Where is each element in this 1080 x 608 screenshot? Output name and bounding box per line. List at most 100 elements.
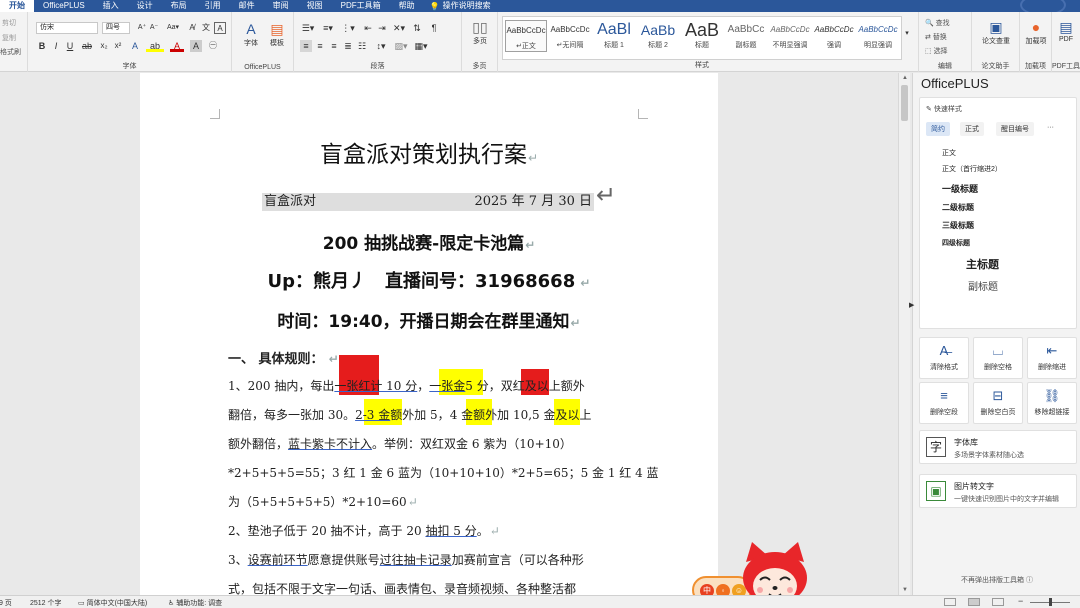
chinese-layout-icon[interactable]: ✕▾ [392, 22, 406, 34]
style-subtitle[interactable]: AaBbCc 副标题 [725, 20, 767, 50]
zoom-slider-knob[interactable] [1049, 598, 1052, 606]
tab-view[interactable]: 视图 [298, 0, 332, 12]
line-spacing-icon[interactable]: ↕▾ [374, 40, 388, 52]
tab-help[interactable]: 帮助 [390, 0, 424, 12]
scroll-thumb[interactable] [901, 85, 908, 121]
quick-style-item[interactable]: 四级标题 [942, 238, 970, 248]
page-count[interactable]: 共 9 页 [0, 598, 12, 608]
delete-indent-tool[interactable]: ⇤ 删除缩进 [1027, 337, 1077, 379]
style-emphasis[interactable]: AaBbCcDc 强调 [813, 20, 855, 50]
justify-icon[interactable]: ≣ [342, 40, 354, 52]
tab-insert[interactable]: 插入 [94, 0, 128, 12]
bullets-icon[interactable]: ☰▾ [300, 22, 316, 34]
quick-style-item[interactable]: 一级标题 [942, 182, 978, 195]
pane-tab-formal[interactable]: 正式 [960, 122, 984, 136]
align-left-icon[interactable]: ≡ [300, 40, 312, 52]
document-page[interactable]: 盲盒派对策划执行案↵ 盲盒派对 2025 年 7 月 30 日 ↵ 200 抽挑… [140, 73, 718, 595]
align-right-icon[interactable]: ≡ [328, 40, 340, 52]
replace-button[interactable]: ⇄ 替换 [925, 32, 947, 42]
format-painter-button[interactable]: 格式刷 [0, 47, 21, 57]
essay-check-button[interactable]: ▣ 论文查重 [976, 18, 1016, 46]
font-size-box[interactable]: 四号 [102, 22, 130, 34]
style-title[interactable]: AaB 标题 [681, 20, 723, 50]
borders-icon[interactable]: ▦▾ [414, 40, 428, 52]
multipage-button[interactable]: ▯▯ 多页 [468, 18, 492, 46]
focus-mode-icon[interactable] [944, 598, 956, 606]
styles-more-icon[interactable]: ▾ [902, 28, 912, 40]
tab-review[interactable]: 审阅 [264, 0, 298, 12]
delete-empty-paragraph-tool[interactable]: ≡ 删除空段 [919, 382, 969, 424]
officeplus-font-button[interactable]: A 字体 [240, 20, 262, 48]
style-no-spacing[interactable]: AaBbCcDc ↵无间隔 [549, 20, 591, 50]
pane-tab-more[interactable]: ··· [1042, 122, 1059, 133]
phonetic-guide-icon[interactable]: 文 [200, 22, 212, 34]
remove-hyperlink-tool[interactable]: ⛓ 移除超链接 [1027, 382, 1077, 424]
delete-spaces-tool[interactable]: ⌴ 删除空格 [973, 337, 1023, 379]
highlight-color-icon[interactable]: ab [146, 40, 164, 52]
clear-formatting-icon[interactable]: A̸ [186, 22, 198, 34]
quick-style-item[interactable]: 正文（首行缩进2） [942, 164, 1002, 174]
underline-icon[interactable]: U [64, 40, 76, 52]
strikethrough-icon[interactable]: ab [80, 40, 94, 52]
officeplus-template-button[interactable]: ▤ 模板 [266, 20, 288, 48]
tab-references[interactable]: 引用 [196, 0, 230, 12]
style-heading-1[interactable]: AaBl 标题 1 [593, 20, 635, 50]
clear-format-tool[interactable]: A̶ 清除格式 [919, 337, 969, 379]
show-marks-icon[interactable]: ¶ [428, 22, 440, 34]
italic-icon[interactable]: I [50, 40, 62, 52]
scroll-down-icon[interactable]: ▼ [899, 585, 911, 595]
web-layout-icon[interactable] [992, 598, 1004, 606]
text-effects-icon[interactable]: A [128, 40, 142, 52]
pane-tab-simple[interactable]: 简约 [926, 122, 950, 136]
tell-me-search[interactable]: 操作说明搜索 [443, 0, 500, 12]
tab-home[interactable]: 开始 [0, 0, 34, 12]
quick-style-item[interactable]: 副标题 [968, 278, 998, 293]
tab-mailings[interactable]: 邮件 [230, 0, 264, 12]
image-to-text-card[interactable]: ▣ 图片转文字 一键快速识别图片中的文字并编辑 [919, 474, 1077, 508]
grow-font-icon[interactable]: A⁺ [136, 22, 148, 34]
style-normal[interactable]: AaBbCcDc ↵正文 [505, 20, 547, 52]
vertical-scrollbar[interactable]: ▲ ▼ [898, 73, 910, 595]
style-subtle-emphasis[interactable]: AaBbCcDc 不明显强调 [769, 20, 811, 50]
zoom-out-icon[interactable]: − [1018, 596, 1023, 606]
language-indicator[interactable]: ▭ 简体中文(中国大陆) [78, 598, 147, 608]
quick-style-item[interactable]: 二级标题 [942, 202, 974, 213]
select-button[interactable]: ⬚ 选择 [925, 46, 948, 56]
shrink-font-icon[interactable]: A⁻ [148, 22, 160, 34]
distributed-icon[interactable]: ☷ [356, 40, 368, 52]
font-library-card[interactable]: 字 字体库 多场景字体素材随心选 [919, 430, 1077, 464]
accessibility-indicator[interactable]: ♿ 辅助功能: 调查 [168, 598, 222, 608]
tab-officeplus[interactable]: OfficePLUS [34, 0, 94, 12]
collapse-pane-icon[interactable]: ▶ [909, 301, 914, 309]
copy-button[interactable]: 复制 [2, 33, 16, 43]
subscript-icon[interactable]: x₂ [98, 40, 110, 52]
tab-design[interactable]: 设计 [128, 0, 162, 12]
superscript-icon[interactable]: x² [112, 40, 124, 52]
find-button[interactable]: 🔍 查找 [925, 18, 950, 28]
decrease-indent-icon[interactable]: ⇤ [362, 22, 374, 34]
addin-button[interactable]: ● 加载项 [1024, 18, 1048, 46]
quick-style-item[interactable]: 主标题 [966, 256, 999, 272]
cut-button[interactable]: 剪切 [2, 18, 16, 28]
delete-blank-page-tool[interactable]: ⊟ 删除空白页 [973, 382, 1023, 424]
tab-layout[interactable]: 布局 [162, 0, 196, 12]
bold-icon[interactable]: B [36, 40, 48, 52]
increase-indent-icon[interactable]: ⇥ [376, 22, 388, 34]
quick-style-item[interactable]: 三级标题 [942, 220, 974, 231]
char-shading-icon[interactable]: A [190, 40, 202, 52]
pdf-button[interactable]: ▤ PDF [1054, 18, 1078, 43]
sort-icon[interactable]: ⇅ [410, 22, 424, 34]
shading-icon[interactable]: ▨▾ [394, 40, 408, 52]
font-name-box[interactable]: 仿宋 [36, 22, 98, 34]
char-border-icon[interactable]: A [214, 22, 226, 34]
font-color-icon[interactable]: A [170, 40, 184, 52]
style-intense-emphasis[interactable]: AaBbCcDc 明显强调 [857, 20, 899, 50]
word-count[interactable]: 2512 个字 [30, 598, 62, 608]
multilevel-list-icon[interactable]: ⋮▾ [340, 22, 356, 34]
numbering-icon[interactable]: ≡▾ [320, 22, 336, 34]
align-center-icon[interactable]: ≡ [314, 40, 326, 52]
enclose-char-icon[interactable]: ㊀ [206, 40, 220, 52]
pane-tab-numbered[interactable]: 醒目编号 [996, 122, 1034, 136]
style-heading-2[interactable]: AaBb 标题 2 [637, 20, 679, 50]
change-case-icon[interactable]: Aa▾ [164, 22, 182, 34]
